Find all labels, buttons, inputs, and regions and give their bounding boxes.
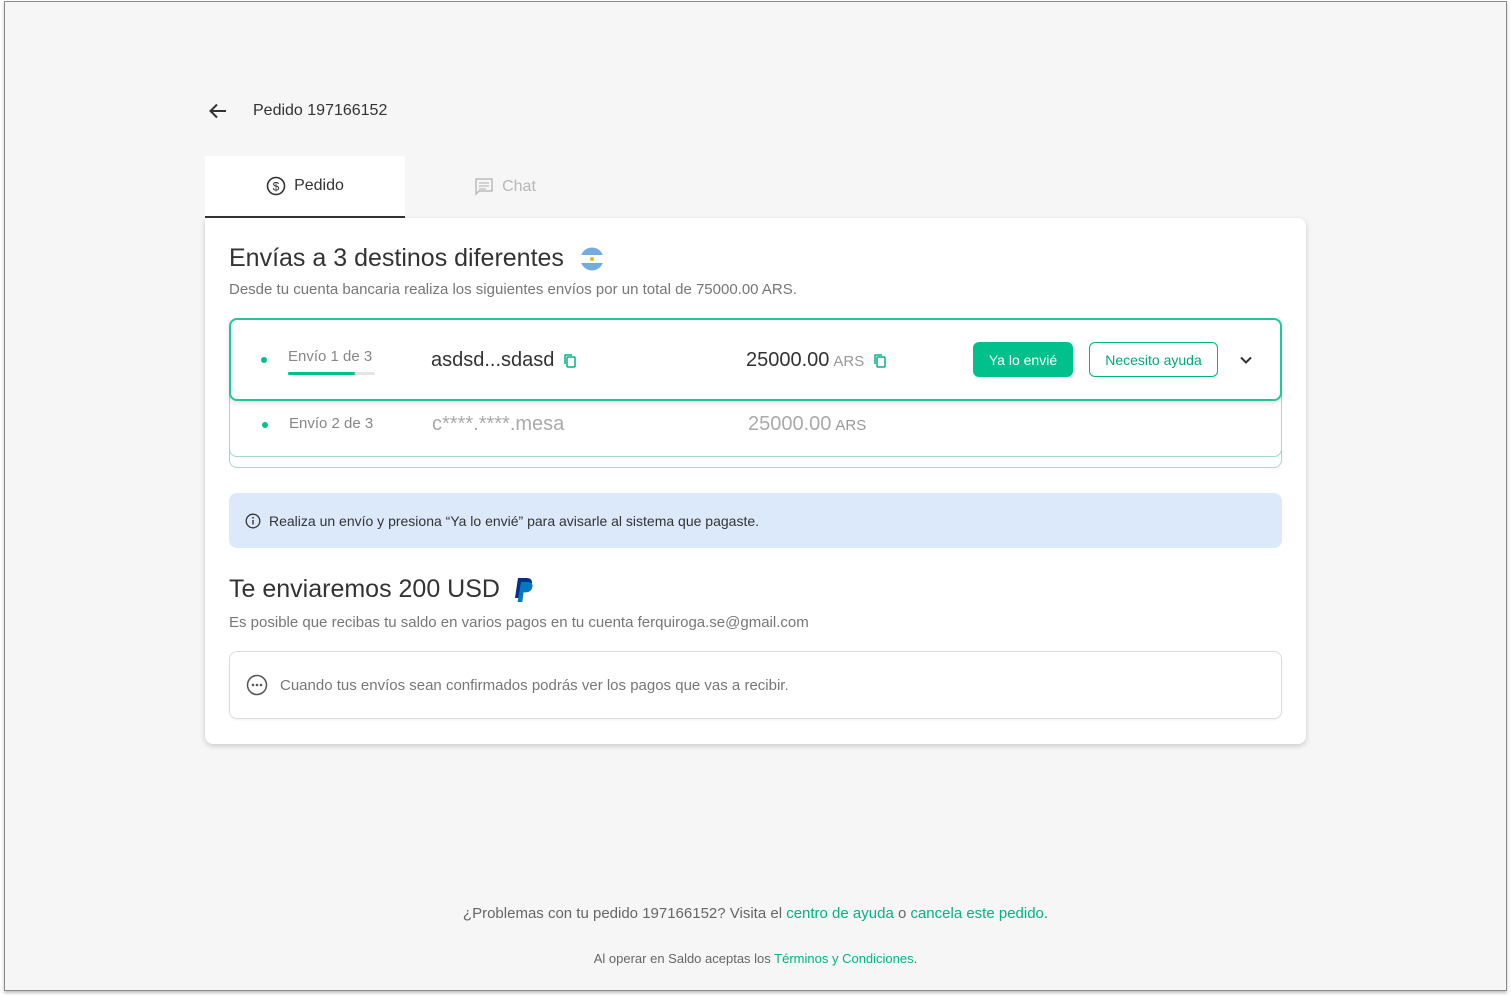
footer-text: Al operar en Saldo aceptas los <box>593 951 775 966</box>
tab-bar: $ Pedido Chat <box>205 156 605 218</box>
sent-button[interactable]: Ya lo envié <box>973 342 1073 377</box>
paypal-logo-icon <box>512 577 534 603</box>
back-arrow-icon[interactable] <box>205 98 231 124</box>
help-center-link[interactable]: centro de ayuda <box>786 905 894 922</box>
amount-value: 25000.00 <box>746 349 830 371</box>
transfer-progress-bar <box>288 372 375 375</box>
svg-text:$: $ <box>273 180 280 194</box>
pending-payments-box: Cuando tus envíos sean confirmados podrá… <box>229 651 1282 719</box>
amount-value: 25000.00 <box>748 413 832 435</box>
amount-currency: ARS <box>833 353 865 370</box>
argentina-flag-icon <box>580 247 604 271</box>
amount-currency: ARS <box>835 417 867 434</box>
transfer-destination: c****.****.mesa <box>432 413 565 435</box>
help-button[interactable]: Necesito ayuda <box>1089 342 1218 377</box>
terms-link[interactable]: Términos y Condiciones <box>774 951 913 966</box>
receive-section-title: Te enviaremos 200 USD <box>229 575 534 604</box>
order-card: Envías a 3 destinos diferentes Desde tu … <box>205 218 1306 744</box>
tab-label: Chat <box>502 178 536 195</box>
footer-terms-line: Al operar en Saldo aceptas los Términos … <box>0 951 1511 966</box>
page-header: Pedido 197166152 <box>205 98 387 124</box>
footer-text: . <box>913 951 918 966</box>
copy-icon[interactable] <box>562 353 578 369</box>
info-text: Realiza un envío y presiona “Ya lo envié… <box>269 512 760 529</box>
transfer-amount: 25000.00 ARS <box>746 349 888 372</box>
footer-text: . <box>1043 905 1049 922</box>
transfer-label: Envío 1 de 3 <box>288 348 373 365</box>
send-title-text: Envías a 3 destinos diferentes <box>229 244 564 272</box>
cancel-order-link[interactable]: cancela este pedido <box>910 905 1043 922</box>
progress-fill <box>288 372 355 375</box>
copy-icon[interactable] <box>872 353 888 369</box>
status-dot <box>261 357 267 363</box>
info-icon <box>245 513 261 529</box>
pending-text: Cuando tus envíos sean confirmados podrá… <box>280 676 789 694</box>
footer-help-line: ¿Problemas con tu pedido 197166152? Visi… <box>0 905 1511 922</box>
footer-text: o <box>893 905 911 922</box>
dollar-circle-icon: $ <box>266 176 286 196</box>
tab-pedido[interactable]: $ Pedido <box>205 156 405 218</box>
footer-text: ¿Problemas con tu pedido 197166152? Visi… <box>462 905 787 922</box>
tab-chat[interactable]: Chat <box>405 156 605 218</box>
transfer-amount: 25000.00 ARS <box>748 413 866 436</box>
chevron-down-icon[interactable] <box>1237 351 1255 369</box>
transfer-row-1[interactable]: Envío 1 de 3 asdsd...sdasd 25000.00 ARS … <box>229 318 1282 401</box>
transfer-destination: asdsd...sdasd <box>431 349 578 372</box>
transfer-label: Envío 2 de 3 <box>289 415 374 432</box>
more-horizontal-circle-icon <box>246 674 268 696</box>
page-title: Pedido 197166152 <box>253 102 388 119</box>
tab-label: Pedido <box>294 177 344 194</box>
send-subtitle: Desde tu cuenta bancaria realiza los sig… <box>229 281 797 298</box>
receive-subtitle: Es posible que recibas tu saldo en vario… <box>229 614 809 631</box>
destination-text: asdsd...sdasd <box>431 349 555 371</box>
chat-icon <box>474 177 494 197</box>
receive-title-text: Te enviaremos 200 USD <box>229 575 500 603</box>
info-banner: Realiza un envío y presiona “Ya lo envié… <box>229 493 1282 548</box>
status-dot <box>262 422 268 428</box>
send-section-title: Envías a 3 destinos diferentes <box>229 244 604 273</box>
